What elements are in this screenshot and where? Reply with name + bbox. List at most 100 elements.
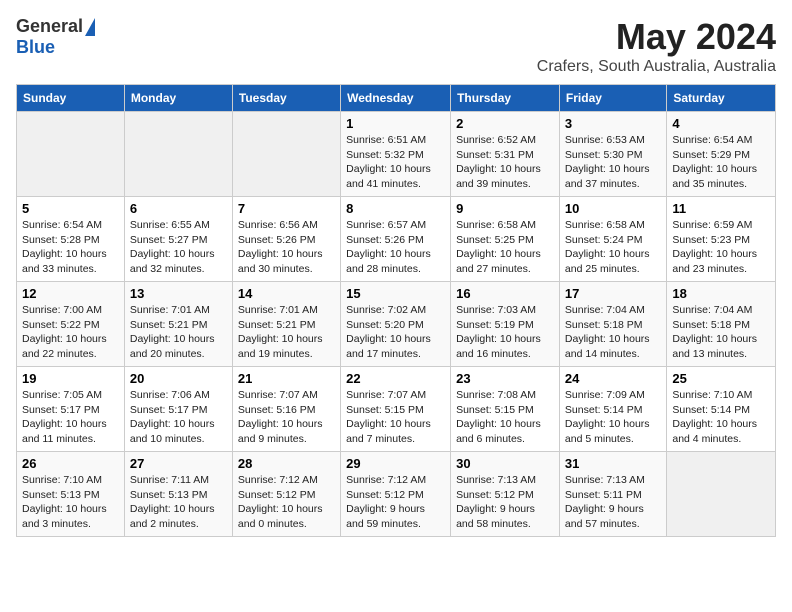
calendar-cell: 23 Sunrise: 7:08 AMSunset: 5:15 PMDayligh…: [451, 367, 560, 452]
calendar-cell: 2 Sunrise: 6:52 AMSunset: 5:31 PMDaylight…: [451, 112, 560, 197]
day-number: 27: [130, 456, 227, 471]
calendar-cell: [124, 112, 232, 197]
day-info: Sunrise: 7:13 AMSunset: 5:11 PMDaylight:…: [565, 473, 661, 532]
day-info: Sunrise: 7:00 AMSunset: 5:22 PMDaylight:…: [22, 303, 119, 362]
calendar-cell: 29 Sunrise: 7:12 AMSunset: 5:12 PMDayligh…: [341, 452, 451, 537]
day-number: 2: [456, 116, 554, 131]
calendar-title: May 2024: [537, 16, 776, 58]
calendar-cell: [17, 112, 125, 197]
calendar-table: SundayMondayTuesdayWednesdayThursdayFrid…: [16, 84, 776, 537]
day-info: Sunrise: 7:13 AMSunset: 5:12 PMDaylight:…: [456, 473, 554, 532]
day-number: 7: [238, 201, 335, 216]
calendar-week-row: 19Sunrise: 7:05 AMSunset: 5:17 PMDayligh…: [17, 367, 776, 452]
day-number: 18: [672, 286, 770, 301]
weekday-header-friday: Friday: [559, 85, 666, 112]
calendar-cell: 7 Sunrise: 6:56 AMSunset: 5:26 PMDaylight…: [232, 197, 340, 282]
calendar-cell: 6Sunrise: 6:55 AMSunset: 5:27 PMDaylight…: [124, 197, 232, 282]
day-info: Sunrise: 7:11 AMSunset: 5:13 PMDaylight:…: [130, 473, 227, 532]
title-block: May 2024 Crafers, South Australia, Austr…: [537, 16, 776, 76]
day-number: 25: [672, 371, 770, 386]
day-info: Sunrise: 7:10 AMSunset: 5:14 PMDaylight:…: [672, 388, 770, 447]
day-number: 15: [346, 286, 445, 301]
day-number: 17: [565, 286, 661, 301]
calendar-cell: 9 Sunrise: 6:58 AMSunset: 5:25 PMDaylight…: [451, 197, 560, 282]
calendar-cell: 21Sunrise: 7:07 AMSunset: 5:16 PMDayligh…: [232, 367, 340, 452]
calendar-cell: 3 Sunrise: 6:53 AMSunset: 5:30 PMDaylight…: [559, 112, 666, 197]
calendar-cell: 19Sunrise: 7:05 AMSunset: 5:17 PMDayligh…: [17, 367, 125, 452]
day-number: 19: [22, 371, 119, 386]
day-info: Sunrise: 6:52 AMSunset: 5:31 PMDaylight:…: [456, 133, 554, 192]
day-info: Sunrise: 6:57 AMSunset: 5:26 PMDaylight:…: [346, 218, 445, 277]
calendar-week-row: 5Sunrise: 6:54 AMSunset: 5:28 PMDaylight…: [17, 197, 776, 282]
logo-triangle-icon: [85, 18, 95, 36]
day-info: Sunrise: 7:04 AMSunset: 5:18 PMDaylight:…: [672, 303, 770, 362]
day-number: 22: [346, 371, 445, 386]
day-info: Sunrise: 7:12 AMSunset: 5:12 PMDaylight:…: [238, 473, 335, 532]
calendar-cell: 28 Sunrise: 7:12 AMSunset: 5:12 PMDayligh…: [232, 452, 340, 537]
weekday-header-tuesday: Tuesday: [232, 85, 340, 112]
day-number: 8: [346, 201, 445, 216]
calendar-cell: 1Sunrise: 6:51 AMSunset: 5:32 PMDaylight…: [341, 112, 451, 197]
day-info: Sunrise: 7:04 AMSunset: 5:18 PMDaylight:…: [565, 303, 661, 362]
calendar-cell: 20Sunrise: 7:06 AMSunset: 5:17 PMDayligh…: [124, 367, 232, 452]
day-info: Sunrise: 7:06 AMSunset: 5:17 PMDaylight:…: [130, 388, 227, 447]
weekday-header-monday: Monday: [124, 85, 232, 112]
calendar-cell: 17 Sunrise: 7:04 AMSunset: 5:18 PMDayligh…: [559, 282, 666, 367]
weekday-header-wednesday: Wednesday: [341, 85, 451, 112]
day-info: Sunrise: 7:02 AMSunset: 5:20 PMDaylight:…: [346, 303, 445, 362]
day-number: 29: [346, 456, 445, 471]
calendar-cell: 30Sunrise: 7:13 AMSunset: 5:12 PMDayligh…: [451, 452, 560, 537]
day-info: Sunrise: 7:08 AMSunset: 5:15 PMDaylight:…: [456, 388, 554, 447]
day-number: 28: [238, 456, 335, 471]
day-number: 3: [565, 116, 661, 131]
day-info: Sunrise: 6:56 AMSunset: 5:26 PMDaylight:…: [238, 218, 335, 277]
calendar-week-row: 26Sunrise: 7:10 AMSunset: 5:13 PMDayligh…: [17, 452, 776, 537]
day-number: 23: [456, 371, 554, 386]
day-info: Sunrise: 7:12 AMSunset: 5:12 PMDaylight:…: [346, 473, 445, 532]
calendar-cell: 22 Sunrise: 7:07 AMSunset: 5:15 PMDayligh…: [341, 367, 451, 452]
calendar-cell: 24 Sunrise: 7:09 AMSunset: 5:14 PMDayligh…: [559, 367, 666, 452]
weekday-header-thursday: Thursday: [451, 85, 560, 112]
day-info: Sunrise: 6:58 AMSunset: 5:24 PMDaylight:…: [565, 218, 661, 277]
day-info: Sunrise: 7:07 AMSunset: 5:15 PMDaylight:…: [346, 388, 445, 447]
calendar-cell: 12 Sunrise: 7:00 AMSunset: 5:22 PMDayligh…: [17, 282, 125, 367]
calendar-cell: 4Sunrise: 6:54 AMSunset: 5:29 PMDaylight…: [667, 112, 776, 197]
day-number: 10: [565, 201, 661, 216]
day-number: 13: [130, 286, 227, 301]
calendar-week-row: 1Sunrise: 6:51 AMSunset: 5:32 PMDaylight…: [17, 112, 776, 197]
weekday-header-saturday: Saturday: [667, 85, 776, 112]
day-info: Sunrise: 7:01 AMSunset: 5:21 PMDaylight:…: [130, 303, 227, 362]
day-number: 24: [565, 371, 661, 386]
day-info: Sunrise: 6:59 AMSunset: 5:23 PMDaylight:…: [672, 218, 770, 277]
day-info: Sunrise: 6:54 AMSunset: 5:28 PMDaylight:…: [22, 218, 119, 277]
calendar-cell: 8 Sunrise: 6:57 AMSunset: 5:26 PMDaylight…: [341, 197, 451, 282]
day-number: 14: [238, 286, 335, 301]
day-info: Sunrise: 7:09 AMSunset: 5:14 PMDaylight:…: [565, 388, 661, 447]
day-info: Sunrise: 7:01 AMSunset: 5:21 PMDaylight:…: [238, 303, 335, 362]
day-info: Sunrise: 6:53 AMSunset: 5:30 PMDaylight:…: [565, 133, 661, 192]
day-number: 21: [238, 371, 335, 386]
calendar-cell: 10 Sunrise: 6:58 AMSunset: 5:24 PMDayligh…: [559, 197, 666, 282]
day-number: 9: [456, 201, 554, 216]
weekday-header-sunday: Sunday: [17, 85, 125, 112]
calendar-cell: [232, 112, 340, 197]
day-number: 12: [22, 286, 119, 301]
day-number: 11: [672, 201, 770, 216]
calendar-cell: [667, 452, 776, 537]
calendar-cell: 13 Sunrise: 7:01 AMSunset: 5:21 PMDayligh…: [124, 282, 232, 367]
day-info: Sunrise: 6:51 AMSunset: 5:32 PMDaylight:…: [346, 133, 445, 192]
day-number: 16: [456, 286, 554, 301]
calendar-cell: 14 Sunrise: 7:01 AMSunset: 5:21 PMDayligh…: [232, 282, 340, 367]
day-number: 26: [22, 456, 119, 471]
calendar-cell: 27 Sunrise: 7:11 AMSunset: 5:13 PMDayligh…: [124, 452, 232, 537]
calendar-cell: 26Sunrise: 7:10 AMSunset: 5:13 PMDayligh…: [17, 452, 125, 537]
day-info: Sunrise: 6:54 AMSunset: 5:29 PMDaylight:…: [672, 133, 770, 192]
calendar-cell: 25 Sunrise: 7:10 AMSunset: 5:14 PMDayligh…: [667, 367, 776, 452]
page-header: General Blue May 2024 Crafers, South Aus…: [16, 16, 776, 76]
calendar-cell: 11 Sunrise: 6:59 AMSunset: 5:23 PMDayligh…: [667, 197, 776, 282]
calendar-cell: 31Sunrise: 7:13 AMSunset: 5:11 PMDayligh…: [559, 452, 666, 537]
logo-blue-text: Blue: [16, 37, 55, 58]
day-info: Sunrise: 7:03 AMSunset: 5:19 PMDaylight:…: [456, 303, 554, 362]
day-info: Sunrise: 6:58 AMSunset: 5:25 PMDaylight:…: [456, 218, 554, 277]
calendar-cell: 15 Sunrise: 7:02 AMSunset: 5:20 PMDayligh…: [341, 282, 451, 367]
